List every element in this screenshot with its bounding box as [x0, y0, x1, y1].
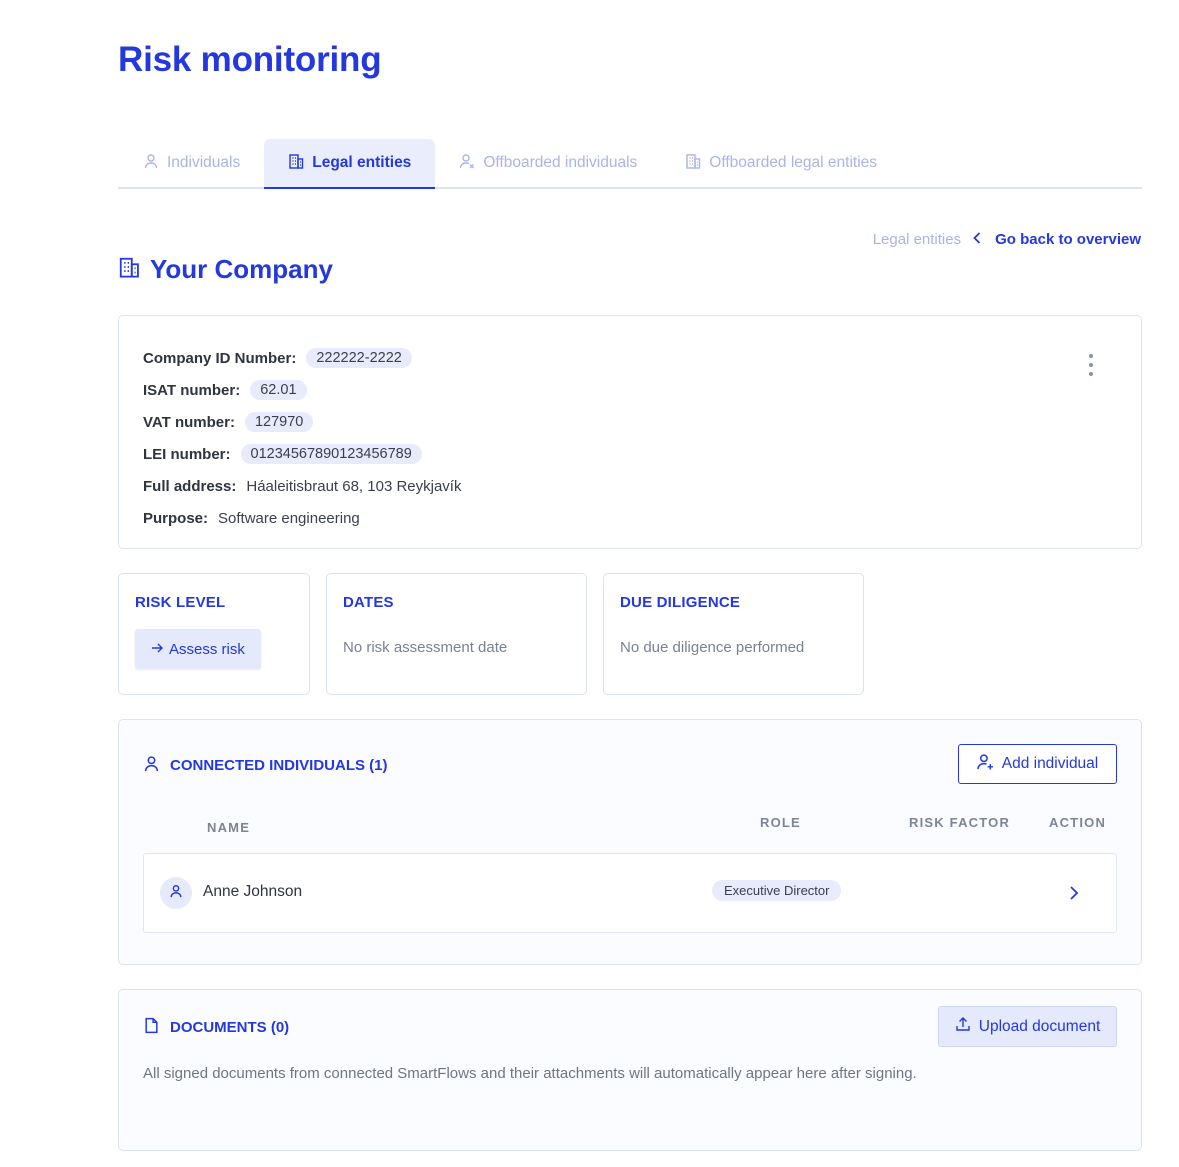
avatar	[160, 877, 192, 909]
building-icon	[118, 254, 140, 285]
field-label: ISAT number:	[143, 381, 241, 399]
dates-text: No risk assessment date	[343, 639, 508, 656]
tab-bar: Individuals Legal entities Offboarded in…	[118, 139, 1142, 189]
field-label: VAT number:	[143, 413, 235, 431]
field-label: LEI number:	[143, 445, 231, 463]
tab-label: Individuals	[167, 154, 241, 171]
tab-label: Offboarded individuals	[483, 154, 638, 171]
documents-title: DOCUMENTS (0)	[170, 1019, 290, 1036]
field-label: Company ID Number:	[143, 349, 297, 367]
column-name[interactable]: NAME	[207, 820, 250, 835]
document-icon	[143, 1017, 160, 1038]
tab-offboarded-individuals[interactable]: Offboarded individuals	[435, 139, 661, 187]
lei-row: LEI number: 01234567890123456789	[143, 438, 1117, 470]
purpose-row: Purpose: Software engineering	[143, 502, 1117, 534]
field-value: Software engineering	[218, 509, 360, 527]
user-icon	[143, 153, 159, 174]
documents-card: DOCUMENTS (0) Upload document All signed…	[118, 989, 1142, 1151]
connected-individuals-header: CONNECTED INDIVIDUALS (1)	[143, 755, 388, 776]
tab-label: Legal entities	[312, 154, 412, 171]
column-risk-factor[interactable]: RISK FACTOR	[909, 815, 1010, 830]
tab-label: Offboarded legal entities	[709, 154, 878, 171]
company-title: Your Company	[118, 254, 333, 285]
vat-row: VAT number: 127970	[143, 406, 1117, 438]
upload-document-label: Upload document	[978, 1017, 1101, 1035]
page-title: Risk monitoring	[118, 40, 382, 79]
risk-level-card: RISK LEVEL Assess risk	[118, 573, 310, 695]
upload-icon	[955, 1016, 971, 1037]
company-info-card: Company ID Number: 222222-2222 ISAT numb…	[118, 315, 1142, 549]
assess-risk-label: Assess risk	[169, 640, 245, 658]
isat-row: ISAT number: 62.01	[143, 374, 1117, 406]
go-back-link[interactable]: Go back to overview	[973, 231, 1141, 248]
upload-document-button[interactable]: Upload document	[938, 1006, 1117, 1047]
documents-header: DOCUMENTS (0)	[143, 1017, 289, 1038]
column-action: ACTION	[1049, 815, 1107, 830]
individual-name: Anne Johnson	[203, 883, 303, 900]
role-badge: Executive Director	[712, 880, 842, 901]
company-id-row: Company ID Number: 222222-2222	[143, 342, 1117, 374]
assess-risk-button[interactable]: Assess risk	[135, 629, 261, 669]
breadcrumb-current[interactable]: Legal entities	[873, 231, 961, 248]
due-diligence-text: No due diligence performed	[620, 639, 805, 656]
table-row[interactable]: Anne Johnson Executive Director	[143, 853, 1117, 933]
tab-individuals[interactable]: Individuals	[118, 139, 264, 187]
field-label: Full address:	[143, 477, 237, 495]
building-icon	[288, 153, 304, 174]
dates-card: DATES No risk assessment date	[326, 573, 587, 695]
field-value-pill: 62.01	[250, 380, 307, 400]
chevron-right-icon[interactable]	[1066, 884, 1082, 902]
address-row: Full address: Háaleitisbraut 68, 103 Rey…	[143, 470, 1117, 502]
tab-offboarded-legal-entities[interactable]: Offboarded legal entities	[661, 139, 901, 187]
building-icon	[685, 153, 701, 174]
arrow-right-icon	[151, 641, 163, 658]
connected-individuals-card: CONNECTED INDIVIDUALS (1) Add individual…	[118, 719, 1142, 965]
risk-level-title: RISK LEVEL	[135, 594, 226, 611]
dates-title: DATES	[343, 594, 394, 611]
user-icon	[143, 755, 160, 776]
go-back-label: Go back to overview	[995, 231, 1141, 248]
connected-individuals-title: CONNECTED INDIVIDUALS (1)	[170, 757, 388, 774]
more-options-icon[interactable]	[1081, 354, 1101, 376]
user-x-icon	[459, 153, 475, 174]
add-individual-button[interactable]: Add individual	[958, 744, 1117, 784]
tab-legal-entities[interactable]: Legal entities	[264, 139, 436, 189]
user-icon	[169, 884, 183, 903]
user-plus-icon	[977, 753, 994, 775]
documents-empty-text: All signed documents from connected Smar…	[143, 1065, 917, 1082]
field-value-pill: 127970	[244, 412, 314, 432]
field-value: Háaleitisbraut 68, 103 Reykjavík	[246, 477, 462, 495]
company-name: Your Company	[150, 254, 333, 284]
chevron-left-icon	[973, 231, 981, 248]
due-diligence-card: DUE DILIGENCE No due diligence performed	[603, 573, 864, 695]
add-individual-label: Add individual	[1001, 755, 1099, 772]
field-value-pill: 01234567890123456789	[240, 444, 422, 464]
breadcrumb: Legal entities Go back to overview	[873, 231, 1141, 248]
field-label: Purpose:	[143, 509, 209, 527]
field-value-pill: 222222-2222	[306, 348, 412, 368]
column-role[interactable]: ROLE	[760, 815, 801, 830]
due-diligence-title: DUE DILIGENCE	[620, 594, 741, 611]
